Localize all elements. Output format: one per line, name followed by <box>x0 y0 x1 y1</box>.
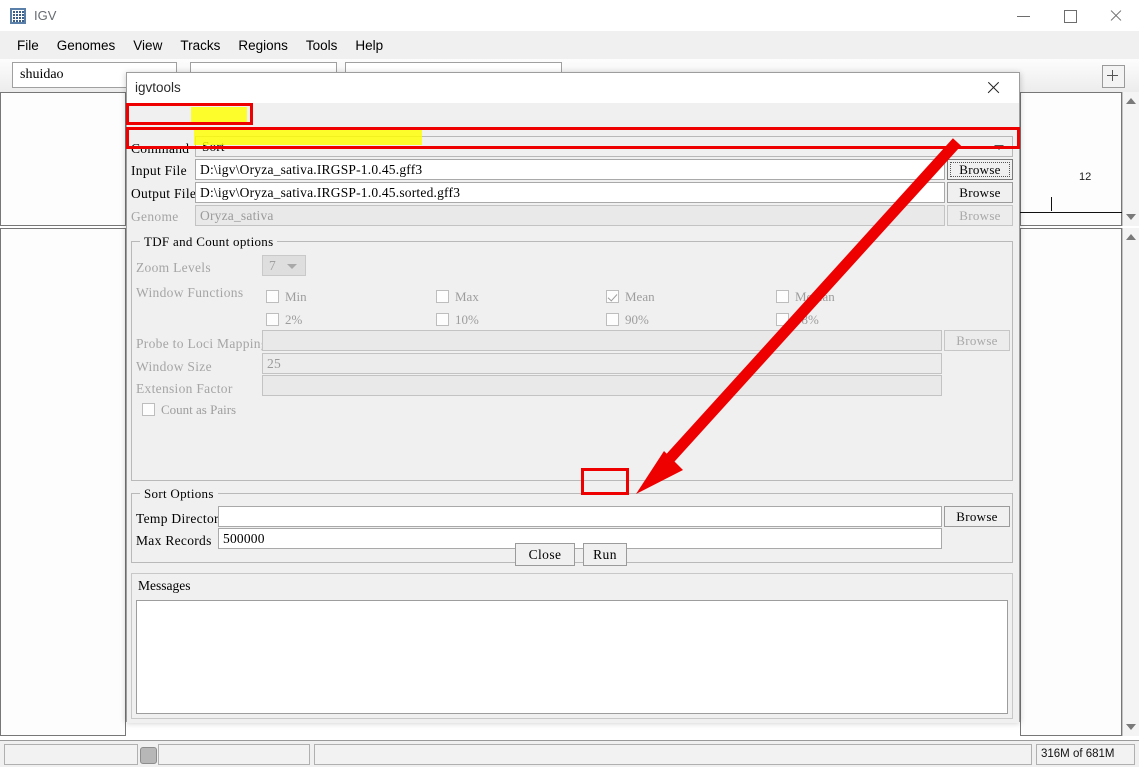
checkbox-box <box>436 313 449 326</box>
dialog-close-icon[interactable] <box>973 73 1013 103</box>
data-panel-bottom <box>1020 228 1122 736</box>
status-cell-message <box>314 744 1032 765</box>
sort-group-title: Sort Options <box>140 486 218 502</box>
menu-help[interactable]: Help <box>346 34 392 57</box>
checkbox-box <box>266 290 279 303</box>
menu-file[interactable]: File <box>8 34 48 57</box>
menu-tools[interactable]: Tools <box>297 34 347 57</box>
checkbox-box <box>266 313 279 326</box>
probe-to-loci-field <box>262 330 942 351</box>
temp-directory-field[interactable] <box>218 506 942 527</box>
maximize-icon[interactable] <box>1047 0 1093 31</box>
input-file-field[interactable]: D:\igv\Oryza_sativa.IRGSP-1.0.45.gff3 <box>195 159 945 180</box>
scroll-down-icon[interactable] <box>1126 214 1136 220</box>
max-records-label: Max Records <box>136 533 212 548</box>
statusbar: 316M of 681M <box>0 740 1139 767</box>
checkbox-label: 90% <box>625 312 649 327</box>
scroll-up-icon[interactable] <box>1126 234 1136 240</box>
igv-app-icon <box>10 8 26 24</box>
tdf-group-title: TDF and Count options <box>140 234 278 250</box>
data-panel-top-scrollbar[interactable] <box>1122 92 1139 226</box>
memory-usage-indicator[interactable]: 316M of 681M <box>1036 744 1135 765</box>
status-cell-left <box>4 744 138 765</box>
window-title: IGV <box>34 8 57 23</box>
max-records-field[interactable]: 500000 <box>218 528 942 549</box>
checkbox-box <box>776 290 789 303</box>
input-file-label: Input File <box>131 163 187 178</box>
genome-browse-button: Browse <box>947 205 1013 226</box>
output-file-label: Output File <box>131 186 197 201</box>
chevron-down-icon <box>287 264 297 269</box>
track-tick <box>1051 197 1052 211</box>
checkbox-label: Mean <box>625 289 655 304</box>
chevron-down-icon <box>994 145 1004 150</box>
window-controls <box>1001 0 1139 31</box>
igvtools-dialog-titlebar: igvtools <box>127 73 1019 103</box>
data-panel-bottom-scrollbar[interactable] <box>1122 228 1139 736</box>
track-name-panel-bottom <box>0 228 126 736</box>
command-value: Sort <box>202 139 225 154</box>
window-size-field: 25 <box>262 353 942 374</box>
menubar: File Genomes View Tracks Regions Tools H… <box>0 31 1139 60</box>
tdf-count-options-group: TDF and Count options Zoom Levels 7 Wind… <box>131 234 1013 481</box>
scroll-down-icon[interactable] <box>1126 724 1136 730</box>
igvtools-dialog: igvtools Command Sort Input File D:\igv\… <box>126 72 1020 723</box>
probe-to-loci-browse-button: Browse <box>944 330 1010 351</box>
menu-view[interactable]: View <box>124 34 171 57</box>
extension-factor-field <box>262 375 942 396</box>
track-name-panel-top <box>0 92 126 226</box>
zoom-levels-dropdown: 7 <box>262 255 306 276</box>
status-cell-middle <box>158 744 310 765</box>
scroll-up-icon[interactable] <box>1126 98 1136 104</box>
status-indicator-icon <box>140 747 157 764</box>
add-panel-button[interactable] <box>1102 65 1125 88</box>
messages-textarea[interactable] <box>136 600 1008 714</box>
genome-field: Oryza_sativa <box>195 205 945 226</box>
command-label: Command <box>131 141 190 156</box>
checkbox-box <box>436 290 449 303</box>
zoom-levels-value: 7 <box>269 258 276 273</box>
input-file-browse-button[interactable]: Browse <box>947 159 1013 180</box>
checkbox-box <box>142 403 155 416</box>
probe-to-loci-label: Probe to Loci Mapping <box>136 336 268 351</box>
checkbox-label: 10% <box>455 312 479 327</box>
window-functions-label: Window Functions <box>136 285 244 300</box>
temp-directory-label: Temp Directory <box>136 511 226 526</box>
menu-tracks[interactable]: Tracks <box>171 34 229 57</box>
checkbox-box <box>776 313 789 326</box>
checkbox-label: 98% <box>795 312 819 327</box>
data-panel-top: 12 <box>1020 92 1123 226</box>
checkbox-box <box>606 290 619 303</box>
checkbox-label: Min <box>285 289 307 304</box>
igv-application-window: IGV File Genomes View Tracks Regions Too… <box>0 0 1139 767</box>
close-icon[interactable] <box>1093 0 1139 31</box>
output-file-field[interactable]: D:\igv\Oryza_sativa.IRGSP-1.0.45.sorted.… <box>195 182 945 203</box>
igvtools-dialog-body: Command Sort Input File D:\igv\Oryza_sat… <box>127 103 1019 723</box>
menu-regions[interactable]: Regions <box>229 34 297 57</box>
messages-label: Messages <box>138 578 191 593</box>
checkbox-label: Median <box>795 289 835 304</box>
genome-label: Genome <box>131 209 179 224</box>
igvtools-dialog-title: igvtools <box>135 80 181 95</box>
output-file-browse-button[interactable]: Browse <box>947 182 1013 203</box>
temp-directory-browse-button[interactable]: Browse <box>944 506 1010 527</box>
checkbox-label: 2% <box>285 312 303 327</box>
checkbox-box <box>606 313 619 326</box>
window-size-label: Window Size <box>136 359 212 374</box>
messages-container: Messages <box>131 573 1013 719</box>
command-dropdown[interactable]: Sort <box>195 136 1013 157</box>
minimize-icon[interactable] <box>1001 0 1047 31</box>
checkbox-label: Max <box>455 289 479 304</box>
zoom-levels-label: Zoom Levels <box>136 260 211 275</box>
checkbox-label: Count as Pairs <box>161 402 237 417</box>
track-baseline <box>1020 212 1123 213</box>
extension-factor-label: Extension Factor <box>136 381 233 396</box>
window-titlebar: IGV <box>0 0 1139 32</box>
track-value-label: 12 <box>1079 171 1092 183</box>
close-button[interactable]: Close <box>515 543 575 566</box>
menu-genomes[interactable]: Genomes <box>48 34 125 57</box>
run-button[interactable]: Run <box>583 543 627 566</box>
